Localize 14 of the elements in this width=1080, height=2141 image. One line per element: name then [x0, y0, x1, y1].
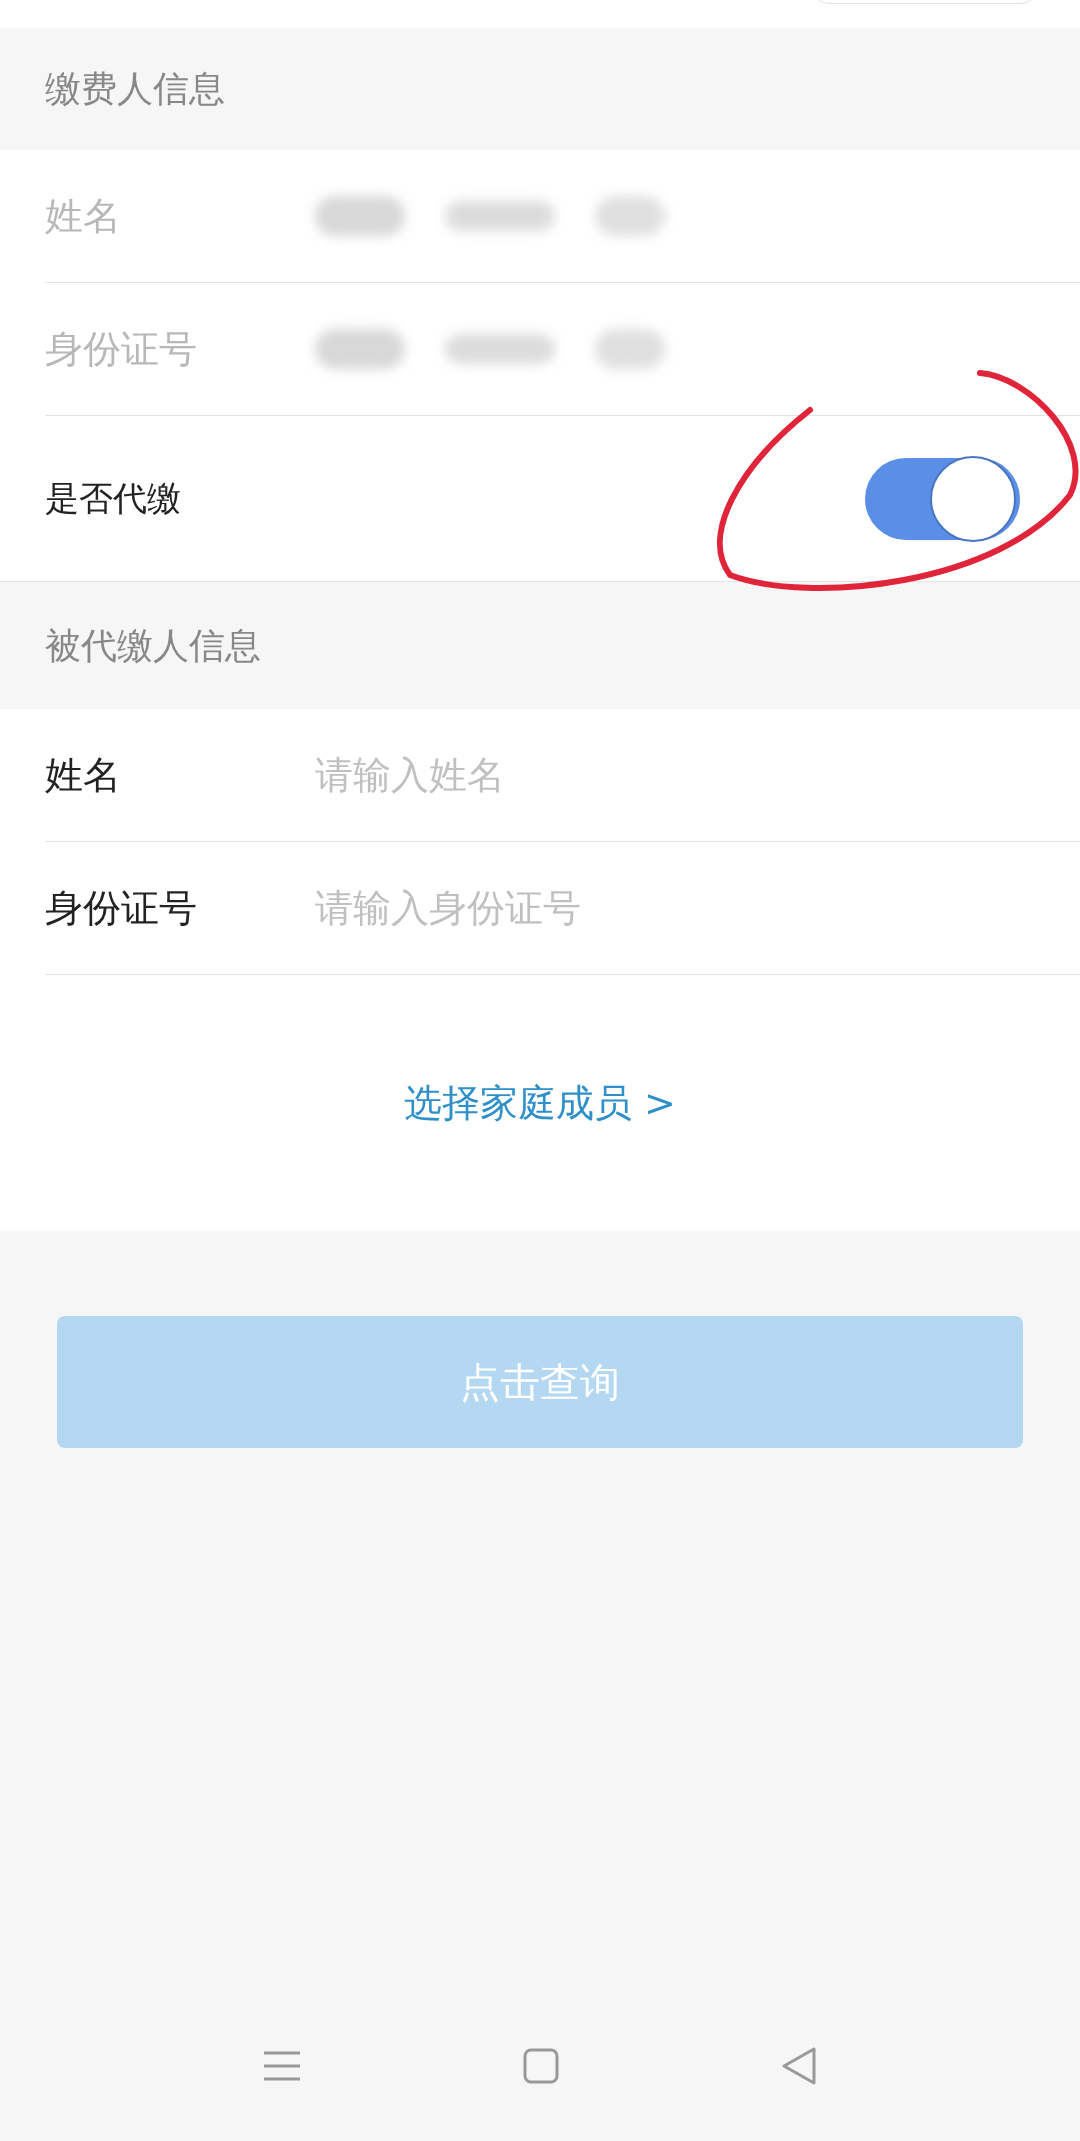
toggle-switch[interactable]: [865, 457, 1020, 540]
field-label: 身份证号: [45, 884, 198, 932]
home-icon[interactable]: [522, 2047, 560, 2085]
toggle-label: 是否代缴: [45, 477, 181, 520]
input-field[interactable]: 请输入身份证号: [315, 868, 1080, 948]
menu-icon[interactable]: [262, 2050, 302, 2082]
field-label: 姓名: [45, 751, 122, 799]
section-title: 被代缴人信息: [45, 623, 261, 668]
back-icon[interactable]: [780, 2046, 818, 2086]
field-label: 姓名: [45, 192, 122, 240]
family-member-link[interactable]: 选择家庭成员 >: [404, 1074, 676, 1132]
field-label: 身份证号: [45, 325, 198, 373]
input-field[interactable]: 请输入姓名: [315, 735, 1080, 815]
section-title: 缴费人信息: [45, 67, 225, 111]
